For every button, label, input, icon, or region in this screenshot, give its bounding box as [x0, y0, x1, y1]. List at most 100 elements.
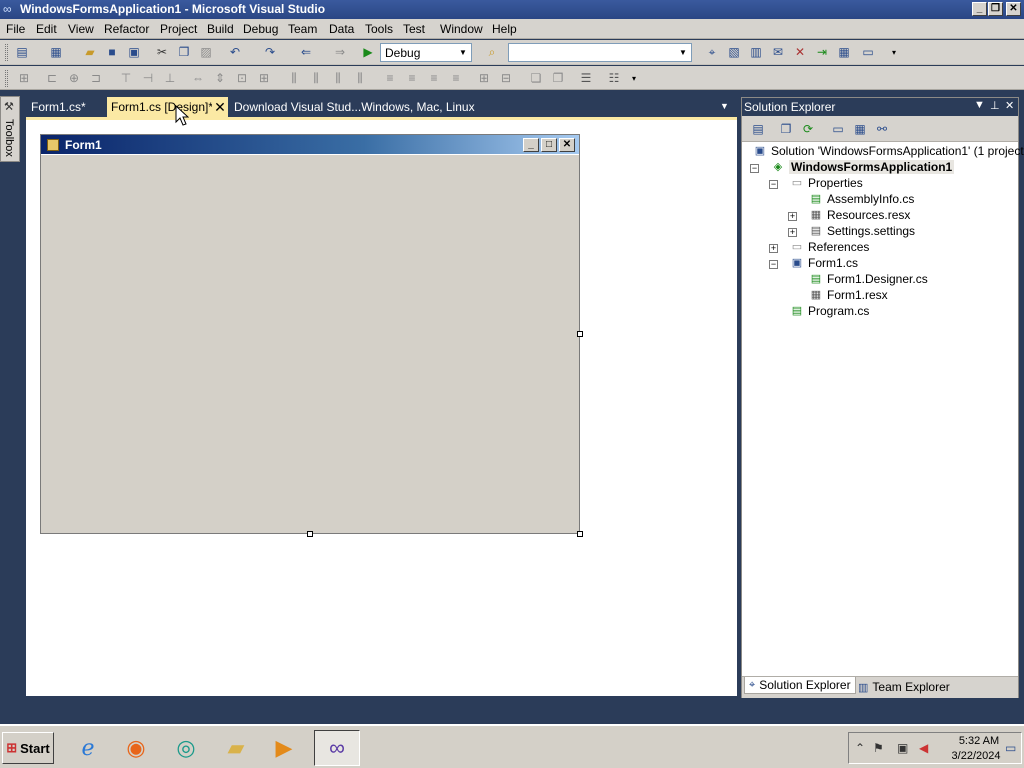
tab-team-explorer[interactable]: ▥ Team Explorer	[858, 680, 950, 694]
close-icon[interactable]: ✕	[1005, 99, 1014, 112]
start-debugging-icon[interactable]: ▶	[360, 44, 376, 60]
align-rights-icon[interactable]: ⊐	[88, 70, 104, 86]
align-centers-icon[interactable]: ⊕	[66, 70, 82, 86]
properties-icon[interactable]: ▤	[750, 121, 766, 137]
visual-studio-icon[interactable]: ∞	[314, 730, 360, 766]
media-player-icon[interactable]: ▶	[266, 730, 302, 766]
align-bottoms-icon[interactable]: ⊥	[162, 70, 178, 86]
tree-item-solution[interactable]: ▣ Solution 'WindowsFormsApplication1' (1…	[752, 143, 1024, 159]
toolbar-options-icon[interactable]: ▾	[886, 44, 902, 60]
resize-handle-right[interactable]	[577, 331, 583, 337]
save-all-icon[interactable]: ▣	[126, 44, 142, 60]
show-desktop-icon[interactable]: ▭	[1005, 741, 1016, 755]
undo-icon[interactable]: ↶	[227, 44, 243, 60]
save-icon[interactable]: ■	[104, 44, 120, 60]
tree-item-resources[interactable]: ▦ Resources.resx	[808, 207, 911, 223]
start-page-icon[interactable]: ⇥	[814, 44, 830, 60]
size-to-grid-icon[interactable]: ⊞	[256, 70, 272, 86]
expand-icon[interactable]: +	[788, 212, 797, 221]
firefox-icon[interactable]: ◉	[118, 730, 154, 766]
copy-icon[interactable]: ❐	[176, 44, 192, 60]
start-button[interactable]: ⊞ Start	[2, 732, 54, 764]
form1-designer[interactable]: Form1 _ □ ✕	[40, 134, 580, 534]
toolbar-options-icon[interactable]: ▾	[626, 70, 642, 86]
horizontal-spacing-decrease-icon[interactable]: ⫼	[330, 70, 346, 86]
tree-item-form1-designer[interactable]: ▤ Form1.Designer.cs	[808, 271, 928, 287]
tab-download-page[interactable]: Download Visual Stud...Windows, Mac, Lin…	[230, 97, 479, 117]
tree-item-program[interactable]: ▤ Program.cs	[789, 303, 870, 319]
tab-form1-code[interactable]: Form1.cs*	[27, 97, 90, 117]
tools-icon[interactable]: ✕	[792, 44, 808, 60]
navigate-forward-icon[interactable]: ⇒	[332, 44, 348, 60]
add-item-icon[interactable]: ▦	[48, 44, 64, 60]
tab-order-icon[interactable]: ☰	[578, 70, 594, 86]
vertical-spacing-equal-icon[interactable]: ≡	[382, 70, 398, 86]
solution-configuration-select[interactable]: Debug ▼	[380, 43, 472, 62]
volume-muted-icon[interactable]: ◀	[919, 741, 928, 755]
menu-project[interactable]: Project	[160, 22, 197, 36]
clock-time[interactable]: 5:32 AM	[953, 735, 1005, 747]
active-files-dropdown-icon[interactable]: ▼	[720, 101, 729, 111]
close-button[interactable]: ✕	[1006, 2, 1021, 16]
paste-icon[interactable]: ▨	[198, 44, 214, 60]
window-layout-icon[interactable]: ▭	[860, 44, 876, 60]
find-combo[interactable]: ▼	[508, 43, 692, 62]
view-code-icon[interactable]: ▭	[830, 121, 846, 137]
window-position-icon[interactable]: ▼	[974, 99, 985, 111]
menu-test[interactable]: Test	[403, 22, 425, 36]
vertical-spacing-decrease-icon[interactable]: ≡	[426, 70, 442, 86]
align-middles-icon[interactable]: ⊣	[140, 70, 156, 86]
resize-handle-bottom[interactable]	[307, 531, 313, 537]
collapse-icon[interactable]: −	[769, 260, 778, 269]
tree-item-properties[interactable]: ▭ Properties	[789, 175, 863, 191]
align-to-grid-icon[interactable]: ⊞	[16, 70, 32, 86]
menu-edit[interactable]: Edit	[36, 22, 57, 36]
open-file-icon[interactable]: ▰	[82, 44, 98, 60]
minimize-button[interactable]: _	[972, 2, 987, 16]
menu-file[interactable]: File	[6, 22, 25, 36]
vertical-spacing-remove-icon[interactable]: ≡	[448, 70, 464, 86]
auto-hide-pin-icon[interactable]: ⊥	[990, 99, 1000, 112]
horizontal-spacing-increase-icon[interactable]: ⫼	[308, 70, 324, 86]
network-icon[interactable]: ▣	[897, 741, 908, 755]
make-same-height-icon[interactable]: ⇕	[212, 70, 228, 86]
solution-explorer-icon[interactable]: ⌖	[704, 44, 720, 60]
form-title-bar[interactable]: Form1 _ □ ✕	[41, 135, 579, 155]
properties-icon[interactable]: ▧	[726, 44, 742, 60]
vertical-spacing-increase-icon[interactable]: ≡	[404, 70, 420, 86]
tree-item-references[interactable]: ▭ References	[789, 239, 870, 255]
tree-item-form1[interactable]: ▣ Form1.cs	[789, 255, 858, 271]
make-same-width-icon[interactable]: ⇔	[190, 70, 206, 86]
find-in-files-icon[interactable]: ⌕	[484, 44, 500, 60]
redo-icon[interactable]: ↷	[262, 44, 278, 60]
menu-build[interactable]: Build	[207, 22, 234, 36]
bring-to-front-icon[interactable]: ❏	[528, 70, 544, 86]
tab-solution-explorer[interactable]: ⌖ Solution Explorer	[744, 677, 856, 694]
make-same-size-icon[interactable]: ⊡	[234, 70, 250, 86]
clock-date[interactable]: 3/22/2024	[947, 750, 1005, 762]
align-lefts-icon[interactable]: ⊏	[44, 70, 60, 86]
edge-icon[interactable]: ◎	[168, 730, 204, 766]
tree-item-assemblyinfo[interactable]: ▤ AssemblyInfo.cs	[808, 191, 915, 207]
menu-view[interactable]: View	[68, 22, 94, 36]
close-icon[interactable]: ✕	[212, 97, 228, 117]
send-to-back-icon[interactable]: ❐	[550, 70, 566, 86]
align-tops-icon[interactable]: ⊤	[118, 70, 134, 86]
menu-help[interactable]: Help	[492, 22, 517, 36]
toolbox-tab[interactable]: ⚒ Toolbox	[0, 96, 20, 162]
toolbar-grip[interactable]	[5, 70, 8, 87]
show-hidden-icons-icon[interactable]: ⌃	[855, 741, 865, 755]
menu-debug[interactable]: Debug	[243, 22, 278, 36]
refresh-icon[interactable]: ⟳	[800, 121, 816, 137]
tree-item-form1-resx[interactable]: ▦ Form1.resx	[808, 287, 888, 303]
center-horizontally-icon[interactable]: ⊞	[476, 70, 492, 86]
file-explorer-icon[interactable]: ▰	[218, 730, 254, 766]
horizontal-spacing-equal-icon[interactable]: ⫼	[286, 70, 302, 86]
internet-explorer-icon[interactable]: ℯ	[70, 730, 106, 766]
show-all-files-icon[interactable]: ❐	[778, 121, 794, 137]
expand-icon[interactable]: +	[788, 228, 797, 237]
center-vertically-icon[interactable]: ⊟	[498, 70, 514, 86]
tab-form1-design[interactable]: Form1.cs [Design]*	[107, 97, 213, 117]
horizontal-spacing-remove-icon[interactable]: ⫼	[352, 70, 368, 86]
new-project-icon[interactable]: ▤	[14, 44, 30, 60]
